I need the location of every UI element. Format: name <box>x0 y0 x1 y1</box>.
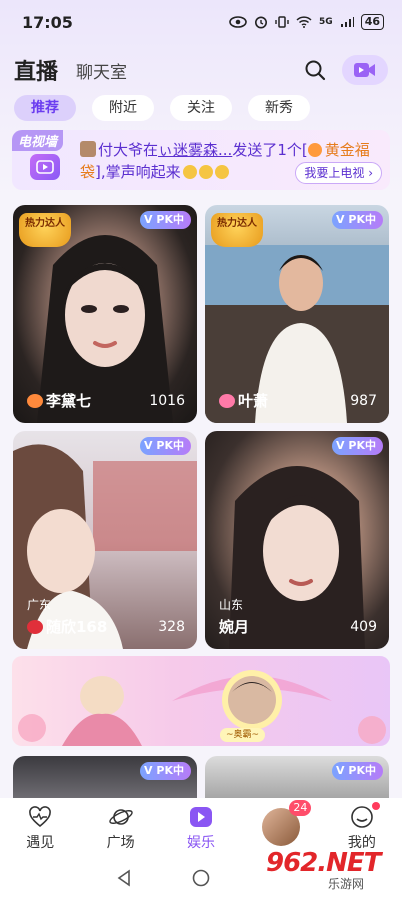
page-title[interactable]: 直播 <box>14 54 58 86</box>
watermark: 962.NET 乐游网 <box>266 848 396 898</box>
status-bar: 17:05 5G 46 <box>0 0 402 44</box>
tv-wall-banner[interactable]: 电视墙 付大爷在ぃ迷雾森...发送了1个[黄金福袋],掌声响起来 我要上电视 › <box>12 130 390 190</box>
top-header: 直播 聊天室 <box>0 48 402 92</box>
pk-badge: V PK中 <box>332 211 383 229</box>
vs-icon: V <box>144 764 153 777</box>
live-room-card[interactable]: V PK中 <box>13 756 197 798</box>
nav-plaza-label: 广场 <box>106 835 135 851</box>
streamer-name: 叶萧 <box>219 390 268 411</box>
power-badge: 热力达人 <box>19 213 71 247</box>
streamer-name: 随欣168 <box>27 616 107 637</box>
heart-badge-icon <box>219 394 235 408</box>
video-camera-icon <box>354 63 375 77</box>
category-tabs: 推荐 附近 关注 新秀 <box>14 95 310 121</box>
tv-wall-label: 电视墙 <box>12 130 64 151</box>
sender-name: 付大爷在 <box>98 141 159 159</box>
join-tv-label: 我要上电视 <box>304 166 365 180</box>
viewer-count: 328 <box>158 619 185 635</box>
play-icon <box>190 807 213 827</box>
nav-entertainment[interactable]: 娱乐 <box>161 798 241 856</box>
pk-badge: V PK中 <box>332 437 383 455</box>
pk-badge: V PK中 <box>140 211 191 229</box>
back-icon[interactable] <box>116 869 132 887</box>
unread-badge: 24 <box>289 800 312 816</box>
nav-meet[interactable]: 遇见 <box>0 798 80 856</box>
streamer-region: 山东 <box>219 598 244 612</box>
clap-icon <box>198 165 213 179</box>
go-live-button[interactable] <box>342 55 388 85</box>
streamer-region: 广东 <box>27 598 52 612</box>
message-mid: 发送了1个[ <box>232 141 308 159</box>
cherry-icon <box>27 620 43 634</box>
streamer-name: 婉月 <box>219 618 250 636</box>
tv-icon <box>30 154 60 180</box>
viewer-count: 409 <box>350 619 377 635</box>
nav-meet-label: 遇见 <box>26 835 55 851</box>
live-room-card[interactable]: 热力达人 V PK中 李黛七 1016 <box>13 205 197 423</box>
notification-dot <box>371 802 380 810</box>
status-time: 17:05 <box>22 12 73 32</box>
fox-badge-icon <box>27 394 43 408</box>
home-icon[interactable] <box>192 869 210 887</box>
eye-icon <box>229 16 247 28</box>
vs-icon: V <box>144 439 153 452</box>
sender-avatar <box>80 141 96 157</box>
clap-icon <box>182 165 197 179</box>
status-icons: 5G 46 <box>229 14 384 30</box>
planet-icon <box>108 809 133 825</box>
chevron-right-icon: › <box>368 166 373 180</box>
gift-bag-icon <box>307 143 322 157</box>
promo-name-pill: ~奥霸~ <box>220 728 266 742</box>
vibrate-icon <box>275 16 289 28</box>
viewer-count: 1016 <box>149 393 185 409</box>
watermark-brand: 962.NET <box>266 848 381 878</box>
power-badge: 热力达人 <box>211 213 263 247</box>
vs-icon: V <box>336 439 345 452</box>
viewer-count: 987 <box>350 393 377 409</box>
vs-icon: V <box>336 213 345 226</box>
tab-recommend[interactable]: 推荐 <box>14 95 76 121</box>
signal-icon <box>340 17 354 27</box>
streamer-name: 李黛七 <box>27 390 91 411</box>
pk-badge: V PK中 <box>140 437 191 455</box>
clap-icon <box>214 165 229 179</box>
live-room-card[interactable]: 热力达人 V PK中 叶萧 987 <box>205 205 389 423</box>
live-room-card[interactable]: V PK中 山东 婉月 409 <box>205 431 389 649</box>
receiver-name: ぃ迷雾森... <box>158 141 233 159</box>
tab-following[interactable]: 关注 <box>170 95 232 121</box>
vs-icon: V <box>144 213 153 226</box>
nav-entertainment-label: 娱乐 <box>187 835 216 851</box>
message-end: ],掌声响起来 <box>95 163 181 181</box>
tab-nearby[interactable]: 附近 <box>92 95 154 121</box>
live-room-card[interactable]: V PK中 广东 随欣168 328 <box>13 431 197 649</box>
tab-newcomer[interactable]: 新秀 <box>248 95 310 121</box>
nav-plaza[interactable]: 广场 <box>80 798 160 856</box>
heart-pulse-icon <box>29 806 52 828</box>
pk-badge: V PK中 <box>332 762 383 780</box>
alarm-icon <box>255 16 268 29</box>
join-tv-button[interactable]: 我要上电视 › <box>295 162 382 184</box>
battery-indicator: 46 <box>360 14 384 30</box>
network-label: 5G <box>319 17 333 27</box>
search-icon[interactable] <box>304 59 326 81</box>
pk-badge: V PK中 <box>140 762 191 780</box>
smile-icon <box>351 806 373 828</box>
vs-icon: V <box>336 764 345 777</box>
promo-artwork <box>18 670 386 746</box>
wifi-icon <box>296 16 312 28</box>
live-room-card[interactable]: V PK中 <box>205 756 389 798</box>
promo-banner[interactable]: ~奥霸~ <box>12 656 390 746</box>
chatroom-tab[interactable]: 聊天室 <box>76 58 127 83</box>
